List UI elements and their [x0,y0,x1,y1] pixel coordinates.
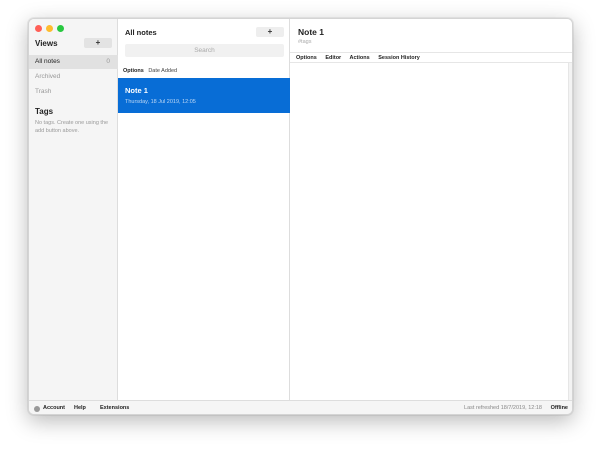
notes-options-bar: Options Date Added [123,68,177,74]
sidebar-item-all-notes[interactable]: All notes 0 [29,55,118,69]
add-view-button[interactable]: + [84,38,112,48]
list-item[interactable]: Note 1 Thursday, 18 Jul 2019, 12:05 [118,78,290,113]
account-button[interactable]: Account [43,401,65,414]
minimize-window-button[interactable] [46,25,53,32]
add-note-button[interactable]: + [256,27,284,37]
zoom-window-button[interactable] [57,25,64,32]
help-button[interactable]: Help [74,401,86,414]
views-heading: Views [35,39,58,48]
tags-empty-message: No tags. Create one using the add button… [35,120,109,134]
menu-actions[interactable]: Actions [350,55,370,61]
sidebar: Views + All notes 0 Archived Trash Tags … [29,19,118,400]
sidebar-item-archived[interactable]: Archived [29,70,118,84]
notes-count: 0 [106,58,110,65]
note-title-input[interactable]: Note 1 [298,27,324,37]
search-input[interactable] [125,44,284,57]
last-refreshed-text: Last refreshed 18/7/2019, 12:18 [464,405,542,411]
sidebar-item-label: Archived [35,73,61,80]
menu-session-history[interactable]: Session History [378,55,420,61]
notes-options-button[interactable]: Options [123,68,144,74]
note-tags-input[interactable]: #tags [298,39,311,45]
tags-heading: Tags [35,107,54,116]
extensions-button[interactable]: Extensions [100,401,129,414]
sidebar-item-trash[interactable]: Trash [29,85,118,99]
notes-list-panel: All notes + Options Date Added Note 1 Th… [118,19,290,400]
note-title: Note 1 [125,86,148,95]
sort-order-label[interactable]: Date Added [148,68,177,74]
account-status-icon [34,406,40,412]
notes-list-title: All notes [125,28,157,37]
window-controls [35,25,64,32]
app-window: Views + All notes 0 Archived Trash Tags … [28,18,573,415]
note-date: Thursday, 18 Jul 2019, 12:05 [125,99,196,105]
footer-bar: Account Help Extensions Last refreshed 1… [29,400,572,414]
sidebar-item-label: All notes [35,58,60,65]
menu-editor[interactable]: Editor [325,55,341,61]
editor-panel: Note 1 #tags Options Editor Actions Sess… [290,19,572,400]
editor-menu-bar: Options Editor Actions Session History [290,52,572,63]
sidebar-item-label: Trash [35,88,52,95]
close-window-button[interactable] [35,25,42,32]
sync-status[interactable]: Offline [551,401,568,414]
editor-scrollbar[interactable] [568,63,572,400]
menu-options[interactable]: Options [296,55,317,61]
